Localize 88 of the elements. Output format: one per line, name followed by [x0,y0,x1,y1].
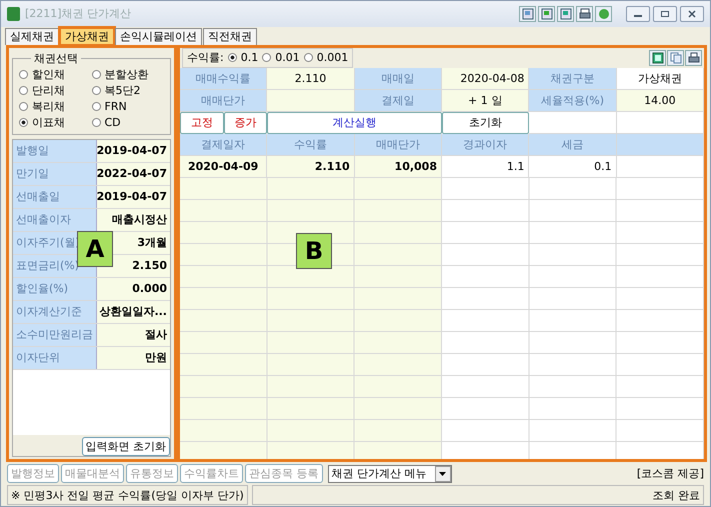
field-value: 2019-04-07 [96,186,170,208]
action-button[interactable]: 초기화 [442,112,530,134]
radio-option[interactable]: CD [92,114,164,130]
field-label: 매매일 [354,68,442,90]
action-button[interactable]: 계산실행 [267,112,442,134]
column-header: 경과이자 [442,134,530,156]
radio-label: FRN [104,100,127,113]
window-title: [2211]채권 단가계산 [25,6,132,22]
print-icon[interactable] [685,50,702,66]
field-value: 2020-04-08 [442,68,530,90]
field-label: 선매출일 [13,186,97,208]
annotation-tooltip: A [77,230,113,267]
table-cell: 2020-04-09 [180,156,268,178]
radio-label: 0.001 [316,51,348,64]
field-label: 만기일 [13,162,97,185]
field-value: 절사 [97,324,170,346]
field-label: 할인율(%) [13,278,97,300]
radio-option[interactable]: 0.01 [262,50,300,66]
action-button[interactable]: 증가 [224,112,268,134]
field-label: 채권구분 [529,68,617,90]
radio-label: 분할상환 [104,66,148,82]
table-cell: 0.1 [529,156,617,178]
maximize-icon [660,10,670,18]
print-icon[interactable] [576,6,593,22]
action-button[interactable]: 고정 [180,112,224,134]
table-cell: 2.110 [267,156,355,178]
radio-label: 복리채 [32,98,65,114]
radio-option[interactable]: FRN [92,98,164,114]
radio-option[interactable]: 단리채 [19,82,92,98]
precision-label: 수익률: [187,50,224,66]
column-header: 수익률 [267,134,355,156]
radio-label: 복5단2 [104,82,140,98]
field-label: 이자계산기준 [13,300,97,323]
radio-label: CD [104,116,121,129]
column-header: 매매단가 [354,134,442,156]
radio-label: 이표채 [32,114,65,130]
field-value: 매출시정산 [97,208,170,231]
field-label: 선매출이자 [13,208,97,231]
menu-dropdown[interactable]: 채권 단가계산 메뉴 [328,464,452,483]
tab[interactable]: 손익시뮬레이션 [115,28,202,45]
field-label: 이자단위 [13,346,97,369]
tab[interactable]: 가상채권 [60,28,114,45]
spreadsheet-icon[interactable] [649,50,666,66]
field-label: 세율적용(%) [529,90,617,112]
radio-option[interactable]: 복리채 [19,98,92,114]
app-logo-icon [7,6,20,21]
status-message: ※ 민평3사 전일 평균 수익률(당일 이자부 단가) [7,485,248,505]
field-value: 2.110 [267,68,355,90]
copy-icon[interactable] [667,50,684,66]
field-value: 상환일일자... [97,300,170,323]
radio-option[interactable]: 복5단2 [92,82,164,98]
table-cell: 1.1 [442,156,530,178]
close-icon [687,10,697,18]
annotation-tooltip: B [296,232,332,269]
field-label: 결제일 [354,90,442,112]
reset-button[interactable]: 입력화면 초기화 [82,437,170,456]
field-value: + 1 일 [442,90,530,112]
table-cell: 10,008 [354,156,442,178]
maximize-button[interactable] [653,6,677,22]
radio-option[interactable]: 0.001 [304,50,348,66]
field-value: 2022-04-07 [96,162,170,185]
column-header: 세금 [529,134,617,156]
field-label: 매매단가 [180,90,268,112]
field-value: 2019-04-07 [96,140,170,162]
provider-label: [코스콤 제공] [636,466,704,482]
radio-option[interactable]: 할인채 [19,66,92,82]
radio-option[interactable]: 0.1 [228,50,258,66]
field-value: 14.00 [616,90,704,112]
radio-label: 단리채 [32,82,65,98]
window-icon[interactable] [519,6,536,22]
radio-option[interactable]: 분할상환 [92,66,164,82]
status-text: 조회 완료 [252,485,704,505]
tab[interactable]: 실제채권 [5,28,59,45]
dropdown-value: 채권 단가계산 메뉴 [332,466,426,482]
field-value: 만원 [97,346,170,369]
minimize-button[interactable] [626,6,650,22]
field-label: 소수미만원리금 [13,324,97,346]
radio-label: 0.01 [275,51,300,64]
radio-label: 0.1 [240,51,258,64]
field-label: 매매수익률 [180,68,268,90]
radio-label: 할인채 [32,66,65,82]
group-title: 채권선택 [33,50,79,66]
column-header: 결제일자 [180,134,268,156]
tab[interactable]: 직전채권 [203,28,257,45]
field-label: 발행일 [13,140,97,162]
close-button[interactable] [680,6,704,22]
field-value: 0.000 [97,278,170,300]
radio-option[interactable]: 이표채 [19,114,92,130]
